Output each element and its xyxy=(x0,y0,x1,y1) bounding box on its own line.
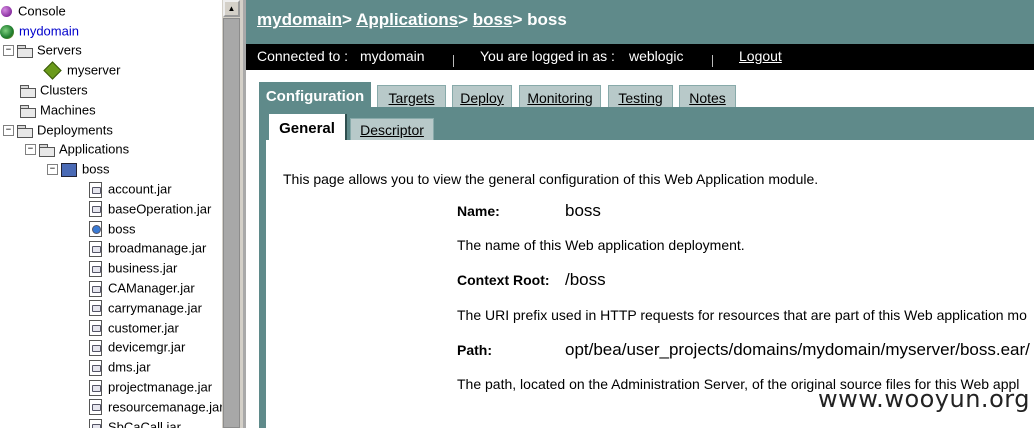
tab-configuration[interactable]: Configuration xyxy=(259,82,371,109)
jar-file-icon xyxy=(89,379,102,396)
tree-item-module[interactable]: SbCaCall.jar xyxy=(89,417,181,428)
module-label: business.jar xyxy=(108,260,178,276)
main-panel: mydomain> Applications> boss> boss Conne… xyxy=(246,0,1034,428)
tree-item-module[interactable]: CAManager.jar xyxy=(89,278,195,298)
status-bar: Connected to : mydomain You are logged i… xyxy=(246,44,1034,70)
module-label: resourcemanage.jar xyxy=(108,399,222,415)
tab-targets[interactable]: Targets xyxy=(377,85,446,109)
module-label: CAManager.jar xyxy=(108,280,195,296)
tree-item-myserver[interactable]: myserver xyxy=(42,60,120,80)
breadcrumb: mydomain> Applications> boss> boss xyxy=(257,10,567,29)
jar-file-icon xyxy=(89,339,102,356)
breadcrumb-domain[interactable]: mydomain xyxy=(257,10,342,29)
name-description: The name of this Web application deploym… xyxy=(457,237,745,253)
tree-item-applications[interactable]: − Applications xyxy=(25,139,129,159)
tree-item-console[interactable]: Console xyxy=(1,1,66,21)
navigation-tree: Console mydomain − Servers myserver Clust… xyxy=(0,0,222,428)
tree-item-module[interactable]: devicemgr.jar xyxy=(89,337,185,357)
module-label: carrymanage.jar xyxy=(108,300,202,316)
folder-icon xyxy=(39,143,55,157)
context-root-label: Context Root: xyxy=(457,272,550,288)
breadcrumb-applications[interactable]: Applications xyxy=(356,10,458,29)
logout-link[interactable]: Logout xyxy=(739,48,782,64)
tree-item-module[interactable]: baseOperation.jar xyxy=(89,199,211,219)
jar-file-icon xyxy=(89,320,102,337)
tree-item-boss-app[interactable]: − boss xyxy=(47,159,109,179)
tree-item-module[interactable]: customer.jar xyxy=(89,318,179,338)
name-value: boss xyxy=(565,201,601,220)
jar-file-icon xyxy=(89,419,102,428)
breadcrumb-boss[interactable]: boss xyxy=(473,10,513,29)
context-root-description: The URI prefix used in HTTP requests for… xyxy=(457,307,1027,323)
status-separator xyxy=(453,55,454,67)
folder-icon xyxy=(17,44,33,58)
collapse-toggle-icon[interactable]: − xyxy=(25,144,36,156)
watermark: www.wooyun.org xyxy=(818,385,1030,413)
logged-in-label: You are logged in as : xyxy=(480,48,615,64)
logged-in-user: weblogic xyxy=(629,48,684,64)
name-label: Name: xyxy=(457,203,500,219)
tree-item-module[interactable]: projectmanage.jar xyxy=(89,377,212,397)
module-label: devicemgr.jar xyxy=(108,339,186,355)
tree-item-module[interactable]: broadmanage.jar xyxy=(89,238,206,258)
path-label: Path: xyxy=(457,342,492,358)
module-label: boss xyxy=(108,221,136,237)
tree-item-machines[interactable]: Machines xyxy=(20,100,96,120)
folder-icon xyxy=(20,104,36,118)
folder-icon xyxy=(20,84,36,98)
module-label: account.jar xyxy=(108,181,172,197)
tab-deploy[interactable]: Deploy xyxy=(452,85,512,109)
module-label: dms.jar xyxy=(108,359,151,375)
tree-item-deployments[interactable]: − Deployments xyxy=(3,120,113,140)
jar-file-icon xyxy=(89,399,102,416)
scrollbar-thumb[interactable] xyxy=(223,18,240,428)
application-icon xyxy=(61,162,77,177)
tree-item-module[interactable]: business.jar xyxy=(89,258,177,278)
jar-file-icon xyxy=(89,280,102,297)
tree-item-module[interactable]: boss xyxy=(89,219,135,239)
intro-text: This page allows you to view the general… xyxy=(283,171,819,187)
status-separator xyxy=(712,55,713,67)
subtab-general[interactable]: General xyxy=(269,114,347,141)
subtab-descriptor[interactable]: Descriptor xyxy=(350,118,434,140)
tab-monitoring[interactable]: Monitoring xyxy=(519,85,601,109)
context-root-value: /boss xyxy=(565,270,606,289)
collapse-toggle-icon[interactable]: − xyxy=(47,164,58,176)
console-icon xyxy=(1,6,12,18)
module-label: baseOperation.jar xyxy=(108,201,212,217)
tree-item-domain[interactable]: mydomain xyxy=(0,21,79,41)
jar-file-icon xyxy=(89,201,102,218)
domain-globe-icon xyxy=(0,24,14,39)
connected-value: mydomain xyxy=(360,48,425,64)
breadcrumb-current: boss xyxy=(527,10,567,29)
jar-file-icon xyxy=(89,300,102,317)
scroll-up-arrow-icon[interactable]: ▲ xyxy=(223,0,240,17)
module-label: projectmanage.jar xyxy=(108,379,213,395)
module-label: customer.jar xyxy=(108,320,179,336)
collapse-toggle-icon[interactable]: − xyxy=(3,125,14,137)
module-label: SbCaCall.jar xyxy=(108,419,181,428)
tree-item-clusters[interactable]: Clusters xyxy=(20,80,88,100)
web-module-icon xyxy=(89,221,102,238)
jar-file-icon xyxy=(89,181,102,198)
tab-testing[interactable]: Testing xyxy=(608,85,673,109)
module-label: broadmanage.jar xyxy=(108,240,207,256)
tree-item-module[interactable]: resourcemanage.jar xyxy=(89,397,222,417)
jar-file-icon xyxy=(89,240,102,257)
jar-file-icon xyxy=(89,260,102,277)
tree-item-servers[interactable]: − Servers xyxy=(3,40,82,60)
tree-item-module[interactable]: account.jar xyxy=(89,179,172,199)
jar-file-icon xyxy=(89,359,102,376)
path-value: opt/bea/user_projects/domains/mydomain/m… xyxy=(565,340,1030,359)
folder-icon xyxy=(17,124,33,138)
tree-item-module[interactable]: dms.jar xyxy=(89,357,151,377)
collapse-toggle-icon[interactable]: − xyxy=(3,45,14,57)
title-bar: mydomain> Applications> boss> boss xyxy=(246,0,1034,44)
tab-notes[interactable]: Notes xyxy=(679,85,736,109)
tree-item-module[interactable]: carrymanage.jar xyxy=(89,298,202,318)
server-icon xyxy=(43,61,62,80)
connected-label: Connected to : xyxy=(257,48,349,64)
